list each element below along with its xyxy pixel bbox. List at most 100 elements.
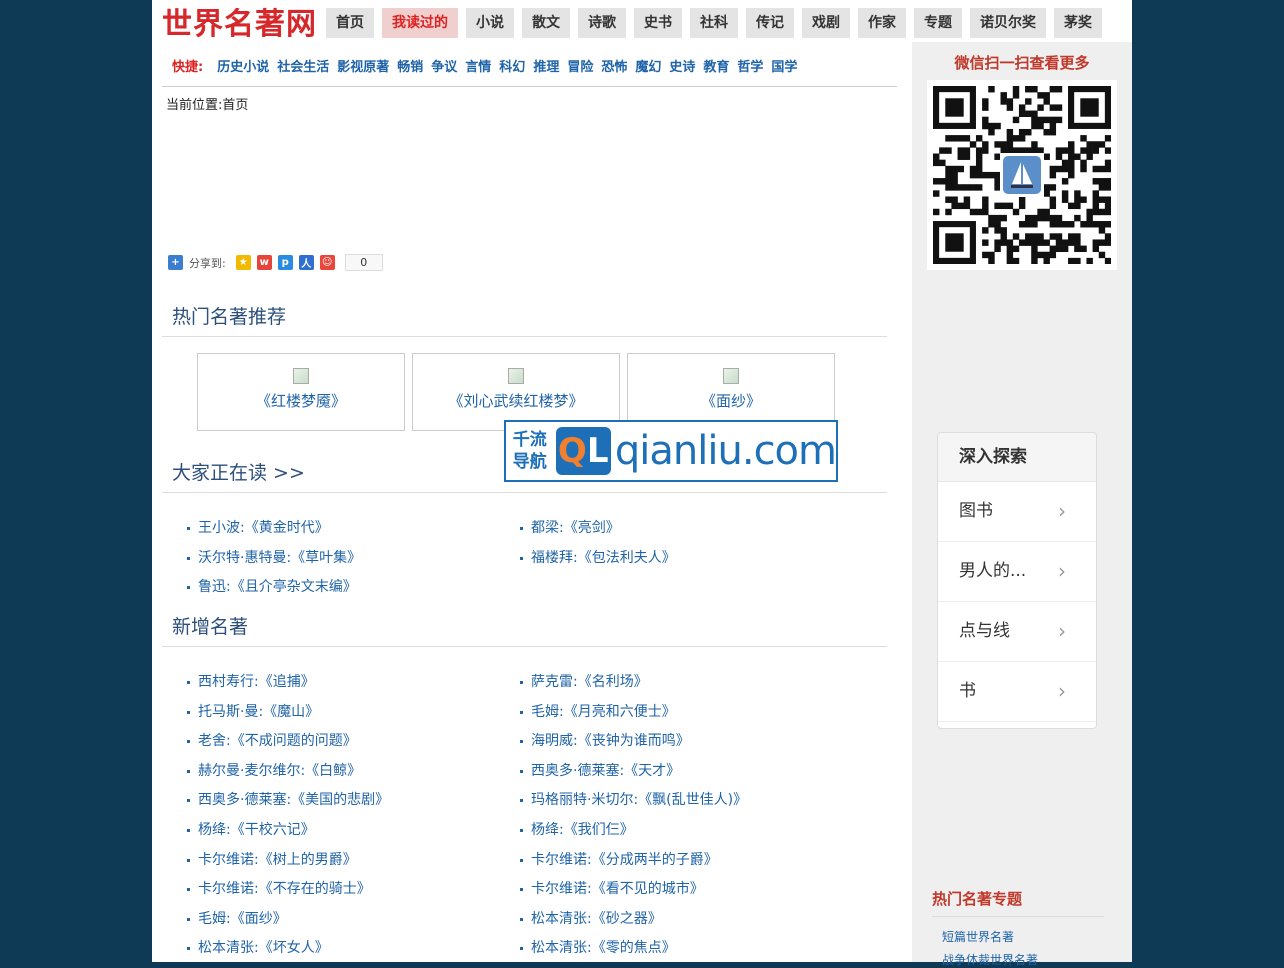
list-item[interactable]: 海明威:《丧钟为谁而鸣》 [519,727,852,757]
explore-item[interactable]: 点与线 › [938,602,1096,662]
list-item[interactable]: 西奥多·德莱塞:《天才》 [519,757,852,787]
nav-item[interactable]: 史书 [634,8,682,38]
hot-topics-title: 热门名著专题 [932,888,1104,917]
sidebar: 微信扫一扫查看更多 深入探索 图书 › 男人的... › 点与线 › 书 › 热门名著专题 短… [912,42,1132,967]
watermark-cn-text: 千流 导航 [512,430,547,472]
nav-item[interactable]: 诺贝尔奖 [970,8,1046,38]
qzone-icon[interactable]: ★ [235,255,251,270]
breadcrumb-home-link[interactable]: 首页 [222,98,248,113]
share-plus-icon[interactable]: + [168,255,183,270]
hot-section-header: 热门名著推荐 [162,300,887,337]
list-item[interactable]: 西村寿行:《追捕》 [186,668,519,698]
chevron-right-icon: › [1058,499,1066,523]
wechat-qr-code [927,80,1117,270]
list-item[interactable]: 松本清张:《砂之器》 [519,905,852,935]
hot-book-title: 《刘心武续红楼梦》 [448,392,584,410]
quick-link[interactable]: 哲学 [737,56,763,75]
page: 世界名著网 首页 我读过的 小说 散文 诗歌 史书 社科 传记 戏剧 作家 专题 诺贝尔奖 茅奖 快捷:… [152,0,1132,967]
new-books-section-title: 新增名著 [172,616,249,638]
nav-item[interactable]: 社科 [690,8,738,38]
quick-link[interactable]: 恐怖 [601,56,627,75]
list-item[interactable]: 杨绛:《我们仨》 [519,816,852,846]
reading-section-title[interactable]: 大家正在读 >> [172,458,305,485]
share-count: 0 [344,254,383,271]
nav-item[interactable]: 戏剧 [802,8,850,38]
tencent-weibo-icon[interactable]: p [277,255,293,270]
book-cover-image [508,368,524,384]
quick-link[interactable]: 言情 [465,56,491,75]
explore-panel: 深入探索 图书 › 男人的... › 点与线 › 书 › [937,432,1097,729]
renren-icon[interactable]: 人 [298,255,314,270]
hot-section-title: 热门名著推荐 [172,306,287,328]
list-item[interactable]: 卡尔维诺:《看不见的城市》 [519,875,852,905]
explore-item-label: 男人的... [959,561,1027,581]
share-label: 分享到: [189,256,226,270]
watermark-ql-logo: QL [555,427,611,475]
explore-item-label: 图书 [959,501,993,521]
quick-link[interactable]: 冒险 [567,56,593,75]
reading-list: 王小波:《黄金时代》 都梁:《亮剑》 沃尔特·惠特曼:《草叶集》 福楼拜:《包法利夫人… [186,514,852,603]
new-books-list: 西村寿行:《追捕》 萨克雷:《名利场》 托马斯·曼:《魔山》 毛姆:《月亮和六便士》老… [186,668,852,964]
quick-link[interactable]: 影视原著 [337,56,389,75]
hot-topic-link[interactable]: 短篇世界名著 [942,928,1014,945]
list-item[interactable]: 杨绛:《干校六记》 [186,816,519,846]
explore-item-label: 点与线 [959,621,1010,641]
list-item[interactable]: 毛姆:《月亮和六便士》 [519,698,852,728]
hot-topic-link[interactable]: 战争体裁世界名著 [942,951,1038,968]
list-item[interactable]: 鲁迅:《且介亭杂文末编》 [186,573,519,603]
quick-link[interactable]: 国学 [771,56,797,75]
nav-item[interactable]: 小说 [466,8,514,38]
kaixin-icon[interactable]: ☺ [319,255,335,270]
nav-item[interactable]: 专题 [914,8,962,38]
hot-book-title: 《面纱》 [700,392,761,410]
main-nav: 首页 我读过的 小说 散文 诗歌 史书 社科 传记 戏剧 作家 专题 诺贝尔奖 茅奖 [326,8,1110,38]
site-logo[interactable]: 世界名著网 [162,4,317,42]
nav-item[interactable]: 散文 [522,8,570,38]
list-item[interactable]: 都梁:《亮剑》 [519,514,852,544]
list-item[interactable]: 赫尔曼·麦尔维尔:《白鲸》 [186,757,519,787]
list-item[interactable]: 玛格丽特·米切尔:《飘(乱世佳人)》 [519,786,852,816]
list-item[interactable]: 托马斯·曼:《魔山》 [186,698,519,728]
quick-link[interactable]: 历史小说 [217,56,269,75]
watermark-domain: qianliu.com [614,428,837,474]
list-item[interactable]: 福楼拜:《包法利夫人》 [519,544,852,574]
list-item[interactable]: 卡尔维诺:《树上的男爵》 [186,846,519,876]
book-cover-image [723,368,739,384]
quick-link[interactable]: 社会生活 [277,56,329,75]
list-item[interactable]: 松本清张:《零的焦点》 [519,934,852,964]
list-item[interactable]: 王小波:《黄金时代》 [186,514,519,544]
quick-link[interactable]: 教育 [703,56,729,75]
chevron-right-icon: › [1058,679,1066,703]
breadcrumb: 当前位置:首页 [166,94,248,113]
explore-item[interactable]: 书 › [938,662,1096,722]
quick-link[interactable]: 推理 [533,56,559,75]
chevron-right-icon: › [1058,619,1066,643]
list-item[interactable]: 松本清张:《坏女人》 [186,934,519,964]
share-bar: + 分享到: ★ w p 人 ☺ 0 [168,254,383,271]
weibo-icon[interactable]: w [256,255,272,270]
list-item[interactable]: 萨克雷:《名利场》 [519,668,852,698]
book-cover-image [293,368,309,384]
list-item[interactable]: 毛姆:《面纱》 [186,905,519,935]
hot-book-card[interactable]: 《红楼梦魇》 [197,353,405,431]
explore-item[interactable]: 男人的... › [938,542,1096,602]
qianliu-watermark: 千流 导航 QL qianliu.com [504,420,838,482]
list-item[interactable]: 卡尔维诺:《不存在的骑士》 [186,875,519,905]
quick-link[interactable]: 畅销 [397,56,423,75]
nav-item[interactable]: 首页 [326,8,374,38]
nav-item[interactable]: 我读过的 [382,8,458,38]
list-item[interactable]: 沃尔特·惠特曼:《草叶集》 [186,544,519,574]
quick-link[interactable]: 科幻 [499,56,525,75]
quick-link[interactable]: 史诗 [669,56,695,75]
explore-item[interactable]: 图书 › [938,482,1096,542]
nav-item[interactable]: 茅奖 [1054,8,1102,38]
nav-item[interactable]: 传记 [746,8,794,38]
list-item[interactable]: 西奥多·德莱塞:《美国的悲剧》 [186,786,519,816]
list-item[interactable]: 卡尔维诺:《分成两半的子爵》 [519,846,852,876]
list-item[interactable]: 老舍:《不成问题的问题》 [186,727,519,757]
quick-links-bar: 快捷: 历史小说 社会生活 影视原著 畅销 争议 言情 科幻 推理 冒险 恐怖 魔幻 史诗 教育 哲学 国学 [162,56,897,87]
quick-link[interactable]: 争议 [431,56,457,75]
nav-item[interactable]: 作家 [858,8,906,38]
nav-item[interactable]: 诗歌 [578,8,626,38]
quick-link[interactable]: 魔幻 [635,56,661,75]
